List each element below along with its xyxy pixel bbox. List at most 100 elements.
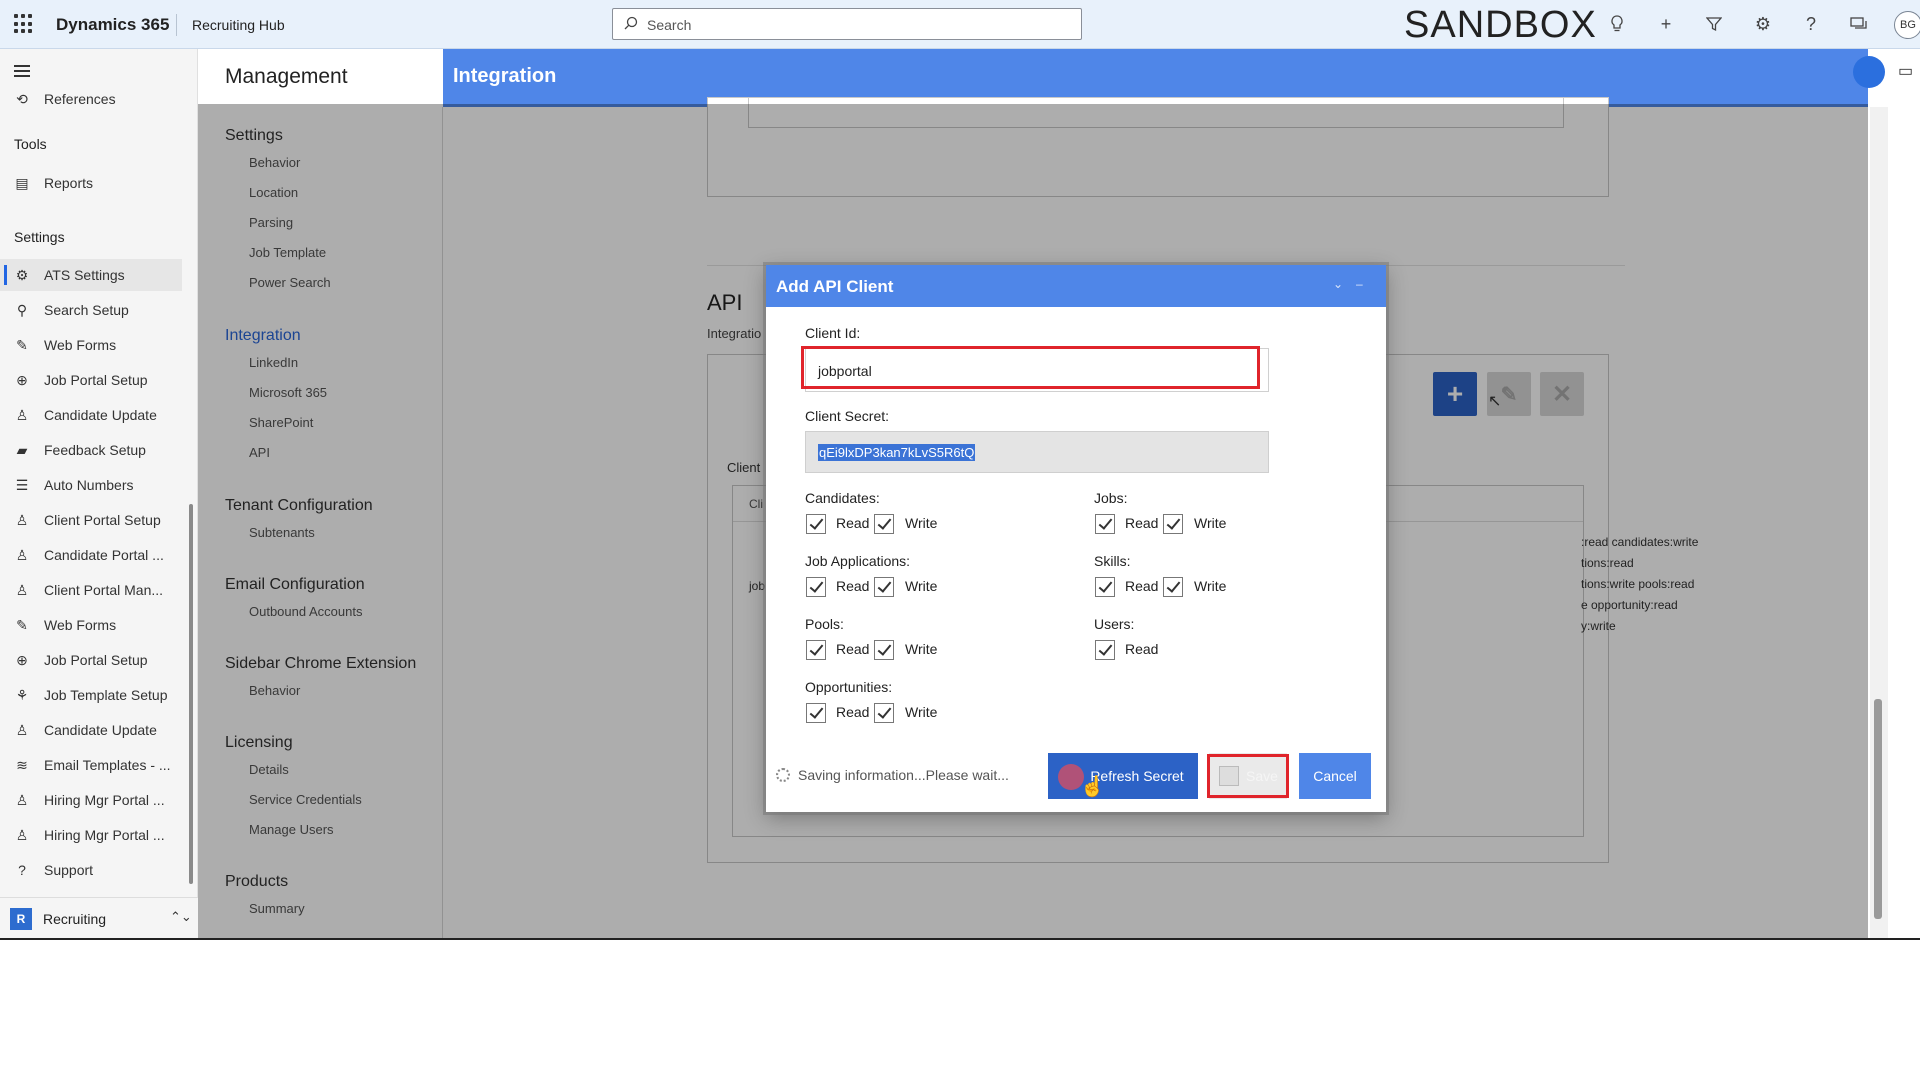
management-header: Management bbox=[198, 49, 443, 107]
nav-item-auto-numbers[interactable]: ☰ Auto Numbers bbox=[0, 469, 182, 501]
nav-item-job-portal-setup[interactable]: ⊕ Job Portal Setup bbox=[0, 364, 182, 396]
nav-item-job-template-setup[interactable]: ⚘ Job Template Setup bbox=[0, 679, 182, 711]
gear-icon: ⚙ bbox=[15, 267, 29, 283]
plus-icon[interactable]: + bbox=[1655, 13, 1677, 35]
write-label: Write bbox=[905, 515, 938, 531]
help-icon[interactable]: ? bbox=[1800, 13, 1822, 35]
environment-label: SANDBOX bbox=[1404, 4, 1597, 46]
client-id-highlight bbox=[801, 346, 1260, 389]
minimize-icon[interactable]: ⌄ bbox=[1333, 277, 1343, 291]
chat-icon[interactable] bbox=[1848, 13, 1870, 35]
globe-icon: ⊕ bbox=[16, 652, 28, 668]
nav-item-reports[interactable]: ▤ Reports bbox=[0, 167, 182, 199]
close-icon[interactable]: – bbox=[1356, 277, 1363, 291]
lightbulb-icon[interactable] bbox=[1606, 13, 1628, 35]
candidates-read-checkbox[interactable] bbox=[806, 514, 826, 534]
help-icon: ? bbox=[18, 862, 26, 878]
save-highlight bbox=[1207, 754, 1289, 798]
read-label: Read bbox=[836, 578, 870, 594]
person-icon: ♙ bbox=[15, 512, 29, 528]
permission-group-label: Opportunities: bbox=[805, 679, 893, 695]
nav-item-hiring-mgr-portal-2[interactable]: ♙ Hiring Mgr Portal ... bbox=[0, 819, 182, 851]
app-title[interactable]: Recruiting Hub bbox=[192, 17, 285, 33]
template-icon: ⚘ bbox=[15, 687, 29, 703]
nav-item-hiring-mgr-portal[interactable]: ♙ Hiring Mgr Portal ... bbox=[0, 784, 182, 816]
nav-item-job-portal-setup-2[interactable]: ⊕ Job Portal Setup bbox=[0, 644, 182, 676]
header-divider bbox=[176, 14, 177, 36]
jobs-write-checkbox[interactable] bbox=[1163, 514, 1183, 534]
opportunities-read-checkbox[interactable] bbox=[806, 703, 826, 723]
nav-item-web-forms-2[interactable]: ✎ Web Forms bbox=[0, 609, 182, 641]
people-icon: ♙ bbox=[15, 722, 29, 738]
permission-group-label: Jobs: bbox=[1094, 490, 1128, 506]
references-icon: ⟲ bbox=[16, 91, 28, 107]
users-read-checkbox[interactable] bbox=[1095, 640, 1115, 660]
people-icon: ♙ bbox=[15, 792, 29, 808]
write-label: Write bbox=[1194, 578, 1227, 594]
comment-icon[interactable]: ▭ bbox=[1898, 61, 1913, 81]
nav-item-references[interactable]: ⟲ References bbox=[0, 87, 182, 107]
nav-item-email-templates[interactable]: ≋ Email Templates - ... bbox=[0, 749, 182, 781]
pools-read-checkbox[interactable] bbox=[806, 640, 826, 660]
nav-group-tools: Tools bbox=[14, 136, 47, 152]
nav-item-web-forms[interactable]: ✎ Web Forms bbox=[0, 329, 182, 361]
nav-item-candidate-portal[interactable]: ♙ Candidate Portal ... bbox=[0, 539, 182, 571]
nav-item-candidate-update[interactable]: ♙ Candidate Update bbox=[0, 399, 182, 431]
skills-write-checkbox[interactable] bbox=[1163, 577, 1183, 597]
nav-item-search-setup[interactable]: ⚲ Search Setup bbox=[0, 294, 182, 326]
cancel-button[interactable]: Cancel bbox=[1299, 753, 1371, 799]
person-icon: ♙ bbox=[15, 582, 29, 598]
saving-status: Saving information...Please wait... bbox=[798, 767, 1009, 783]
dialog-title: Add API Client bbox=[776, 277, 894, 296]
refresh-secret-button[interactable]: Refresh Secret bbox=[1048, 753, 1198, 799]
permission-group-label: Candidates: bbox=[805, 490, 880, 506]
nav-item-ats-settings[interactable]: ⚙ ATS Settings bbox=[0, 259, 182, 291]
globe-icon: ⊕ bbox=[16, 372, 28, 388]
client-id-label: Client Id: bbox=[805, 325, 861, 341]
candidates-write-checkbox[interactable] bbox=[874, 514, 894, 534]
nav-group-settings: Settings bbox=[14, 229, 65, 245]
nav-item-client-portal-setup[interactable]: ♙ Client Portal Setup bbox=[0, 504, 182, 536]
stack-icon: ≋ bbox=[16, 757, 28, 773]
read-label: Read bbox=[1125, 641, 1159, 657]
permission-group-label: Pools: bbox=[805, 616, 844, 632]
app-launcher-icon[interactable] bbox=[14, 14, 34, 34]
search-setup-icon: ⚲ bbox=[16, 302, 28, 318]
job-applications-read-checkbox[interactable] bbox=[806, 577, 826, 597]
read-label: Read bbox=[1125, 515, 1159, 531]
cancel-label: Cancel bbox=[1313, 768, 1357, 784]
page-scrollbar-thumb[interactable] bbox=[1874, 699, 1882, 919]
hamburger-icon[interactable] bbox=[14, 65, 30, 77]
top-bar: Dynamics 365 Recruiting Hub Search SANDB… bbox=[0, 0, 1920, 49]
permission-group-label: Job Applications: bbox=[805, 553, 911, 569]
nav-scrollbar[interactable] bbox=[189, 504, 193, 884]
opportunities-write-checkbox[interactable] bbox=[874, 703, 894, 723]
nav-item-feedback-setup[interactable]: ▰ Feedback Setup bbox=[0, 434, 182, 466]
area-switcher[interactable]: R Recruiting ⌃⌄ bbox=[0, 897, 198, 939]
brand-name[interactable]: Dynamics 365 bbox=[56, 15, 169, 35]
gear-icon[interactable]: ⚙ bbox=[1752, 13, 1774, 35]
area-badge: R bbox=[10, 908, 32, 930]
window-bottom-border bbox=[0, 938, 1920, 940]
feedback-icon: ▰ bbox=[16, 442, 28, 458]
read-label: Read bbox=[836, 704, 870, 720]
status-dot bbox=[1853, 56, 1885, 88]
nav-item-client-portal-management[interactable]: ♙ Client Portal Man... bbox=[0, 574, 182, 606]
avatar[interactable]: BG bbox=[1894, 11, 1920, 39]
management-title: Management bbox=[225, 65, 348, 88]
read-label: Read bbox=[836, 515, 870, 531]
client-secret-value: qEi9lxDP3kan7kLvS5R6tQ bbox=[818, 444, 976, 461]
filter-icon[interactable] bbox=[1703, 13, 1725, 35]
skills-read-checkbox[interactable] bbox=[1095, 577, 1115, 597]
permission-group-label: Skills: bbox=[1094, 553, 1131, 569]
jobs-read-checkbox[interactable] bbox=[1095, 514, 1115, 534]
person-icon: ♙ bbox=[15, 827, 29, 843]
pools-write-checkbox[interactable] bbox=[874, 640, 894, 660]
job-applications-write-checkbox[interactable] bbox=[874, 577, 894, 597]
nav-item-support[interactable]: ? Support bbox=[0, 854, 182, 886]
search-input[interactable]: Search bbox=[612, 8, 1082, 40]
nav-item-candidate-update-2[interactable]: ♙ Candidate Update bbox=[0, 714, 182, 746]
client-secret-field[interactable]: qEi9lxDP3kan7kLvS5R6tQ bbox=[805, 431, 1269, 473]
report-icon: ▤ bbox=[15, 175, 29, 191]
write-label: Write bbox=[1194, 515, 1227, 531]
